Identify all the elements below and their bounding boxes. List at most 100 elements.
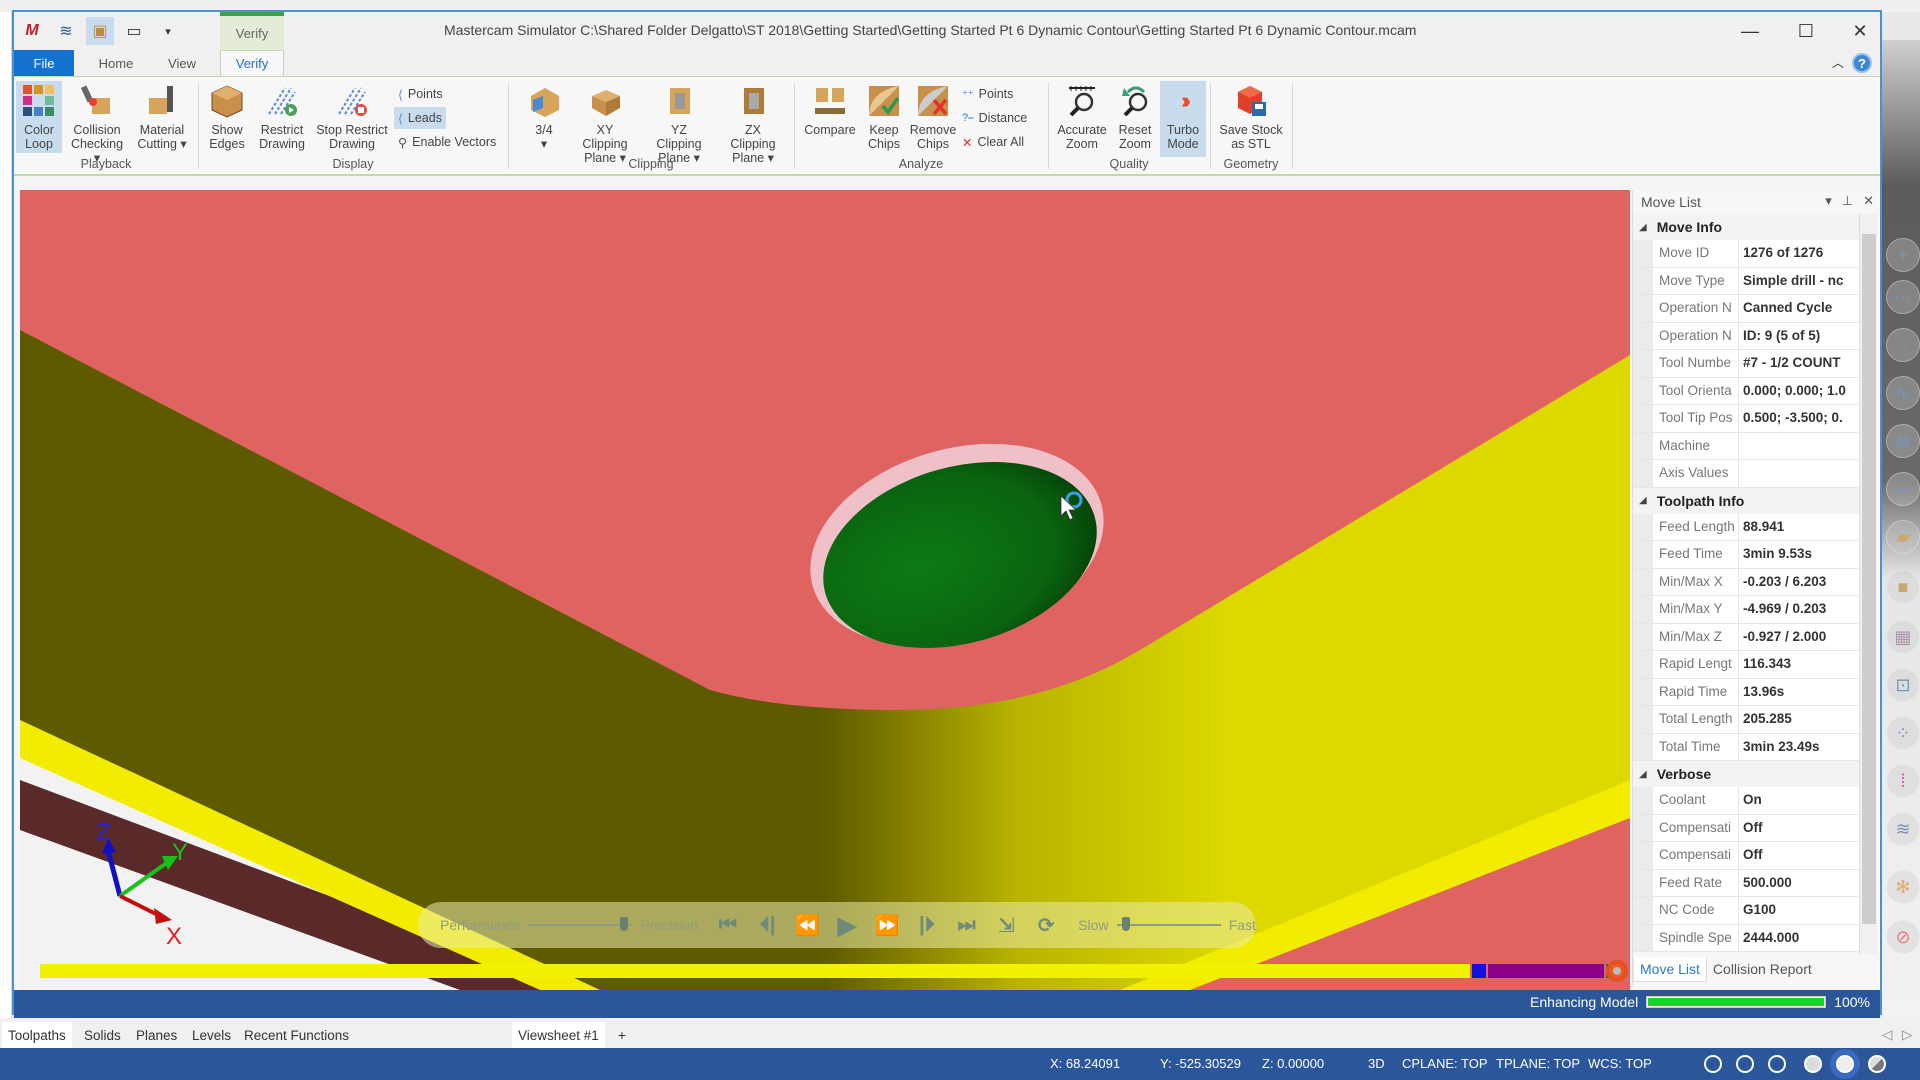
tab-recent-functions[interactable]: Recent Functions: [238, 1022, 355, 1048]
side-tool-dimension-icon[interactable]: ⊢: [1886, 472, 1920, 506]
property-row[interactable]: Move ID 1276 of 1276: [1633, 240, 1859, 268]
side-tool-box-icon[interactable]: ⊠: [1886, 424, 1920, 458]
step-forward-icon[interactable]: |⏵: [907, 914, 947, 937]
rewind-icon[interactable]: ⏪: [788, 913, 828, 938]
show-edges-button[interactable]: Show Edges: [204, 81, 250, 153]
hidden-wireframe-icon[interactable]: [1736, 1055, 1754, 1073]
turbo-mode-button[interactable]: ››› Turbo Mode: [1160, 81, 1206, 157]
tab-collision-report[interactable]: Collision Report: [1707, 958, 1818, 982]
property-row[interactable]: Total Length 205.285: [1633, 706, 1859, 734]
side-tool-gear-icon[interactable]: ✻: [1886, 870, 1920, 904]
property-row[interactable]: Move Type Simple drill - nc: [1633, 267, 1859, 295]
property-row[interactable]: Rapid Time 13.96s: [1633, 678, 1859, 706]
collapse-triangle-icon[interactable]: ◢: [1639, 495, 1647, 506]
yz-clipping-plane-button[interactable]: YZ Clipping Plane ▾: [644, 81, 714, 167]
scrollbar-thumb[interactable]: [1862, 234, 1876, 924]
side-tool-layers-icon[interactable]: ≋: [1886, 812, 1920, 846]
tab-planes[interactable]: Planes: [130, 1022, 183, 1048]
property-category[interactable]: ◢ Move Info: [1633, 214, 1859, 240]
restrict-drawing-button[interactable]: Restrict Drawing: [254, 81, 310, 153]
xy-clipping-plane-button[interactable]: XY Clipping Plane ▾: [570, 81, 640, 167]
property-row[interactable]: Coolant On: [1633, 787, 1859, 815]
hidden-line-icon[interactable]: [1768, 1055, 1786, 1073]
analyze-points-button[interactable]: ⁺⁺ Points: [958, 83, 1017, 105]
mastercam-logo-icon[interactable]: M: [18, 17, 46, 45]
property-row[interactable]: Operation N ID: 9 (5 of 5): [1633, 322, 1859, 350]
tab-file[interactable]: File: [14, 50, 74, 76]
timeline-position-handle[interactable]: [1606, 960, 1628, 982]
clear-all-button[interactable]: ✕ Clear All: [958, 131, 1028, 153]
customize-dropdown-icon[interactable]: ▾: [154, 17, 182, 45]
property-row[interactable]: Tool Numbe #7 - 1/2 COUNT: [1633, 350, 1859, 378]
side-tool-no-icon[interactable]: ⊘: [1886, 920, 1920, 954]
view-mode-toggle[interactable]: 3D: [1368, 1056, 1385, 1071]
side-tool-dots-icon[interactable]: ⁞: [1886, 764, 1920, 798]
side-tool-frame-icon[interactable]: ⊡: [1886, 668, 1920, 702]
wcs-selector[interactable]: WCS: TOP: [1588, 1056, 1652, 1071]
distance-button[interactable]: ?⎯ Distance: [958, 107, 1031, 129]
property-category[interactable]: ◢ Verbose: [1633, 761, 1859, 787]
shaded-icon[interactable]: [1804, 1055, 1822, 1073]
tab-viewsheet-1[interactable]: Viewsheet #1: [512, 1022, 605, 1048]
tab-move-list[interactable]: Move List: [1633, 958, 1707, 982]
collapse-triangle-icon[interactable]: ◢: [1639, 222, 1647, 233]
panel-dropdown-icon[interactable]: ▾: [1825, 193, 1832, 209]
collapse-triangle-icon[interactable]: ◢: [1639, 769, 1647, 780]
3d-viewport[interactable]: Z Y X Performance Precision ⏮ ⏴| ⏪ ▶ ⏩ |…: [20, 190, 1630, 990]
quality-slider[interactable]: [528, 917, 633, 931]
property-row[interactable]: Compensati Off: [1633, 814, 1859, 842]
translucency-icon[interactable]: [1868, 1055, 1886, 1073]
play-icon[interactable]: ▶: [827, 910, 867, 941]
go-to-end-icon[interactable]: ⏭: [947, 914, 987, 937]
close-button[interactable]: ✕: [1840, 18, 1880, 44]
panel-close-icon[interactable]: ✕: [1863, 193, 1874, 209]
keep-chips-button[interactable]: Keep Chips: [862, 81, 906, 153]
save-stock-stl-button[interactable]: Save Stock as STL: [1214, 81, 1288, 153]
leads-toggle[interactable]: ⟨ Leads: [394, 107, 446, 129]
fast-forward-icon[interactable]: ⏩: [867, 913, 907, 938]
pin-icon[interactable]: ⊥: [1842, 193, 1853, 209]
tab-solids[interactable]: Solids: [78, 1022, 127, 1048]
property-row[interactable]: Min/Max X -0.203 / 6.203: [1633, 568, 1859, 596]
step-back-icon[interactable]: ⏴|: [748, 914, 788, 937]
tab-verify[interactable]: Verify: [220, 50, 284, 76]
shaded-edges-icon[interactable]: [1836, 1055, 1854, 1073]
minimize-button[interactable]: —: [1730, 18, 1770, 44]
collision-checking-button[interactable]: Collision Checking ▾: [66, 81, 128, 167]
tab-toolpaths[interactable]: Toolpaths: [2, 1022, 72, 1048]
ribbon-collapse-icon[interactable]: ︿: [1832, 54, 1844, 71]
tab-view[interactable]: View: [154, 50, 210, 76]
loop-icon[interactable]: ⟳: [1026, 913, 1066, 938]
tab-home[interactable]: Home: [84, 50, 148, 76]
help-icon[interactable]: ?: [1852, 53, 1872, 73]
property-row[interactable]: Compensati Off: [1633, 842, 1859, 870]
side-tool-plus-icon[interactable]: +: [1886, 238, 1920, 272]
property-row[interactable]: Total Time 3min 23.49s: [1633, 733, 1859, 761]
side-tool-line-icon[interactable]: ⋯: [1886, 280, 1920, 314]
points-toggle[interactable]: ⟨ Points: [394, 83, 447, 105]
accurate-zoom-button[interactable]: Accurate Zoom: [1054, 81, 1110, 153]
side-tool-cube-icon[interactable]: ■: [1886, 570, 1920, 604]
zx-clipping-plane-button[interactable]: ZX Clipping Plane ▾: [718, 81, 788, 167]
property-row[interactable]: Feed Time 3min 9.53s: [1633, 541, 1859, 569]
tplane-selector[interactable]: TPLANE: TOP: [1496, 1056, 1580, 1071]
cplane-selector[interactable]: CPLANE: TOP: [1402, 1056, 1488, 1071]
add-stop-condition-icon[interactable]: ⇲: [987, 913, 1027, 938]
waves-icon[interactable]: ≋: [52, 17, 80, 45]
verify-icon[interactable]: ▣: [86, 17, 114, 45]
color-loop-button[interactable]: Color Loop: [16, 81, 62, 153]
property-row[interactable]: NC Code G100: [1633, 897, 1859, 925]
three-quarter-button[interactable]: 3/4 ▾: [524, 81, 564, 153]
property-category[interactable]: ◢ Toolpath Info: [1633, 487, 1859, 514]
tab-levels[interactable]: Levels: [186, 1022, 237, 1048]
wireframe-icon[interactable]: [1704, 1055, 1722, 1073]
property-row[interactable]: Feed Rate 500.000: [1633, 869, 1859, 897]
material-cutting-button[interactable]: Material Cutting ▾: [132, 81, 192, 153]
side-tool-circle-icon[interactable]: ○: [1886, 328, 1920, 362]
go-to-start-icon[interactable]: ⏮: [708, 914, 748, 937]
scroll-right-icon[interactable]: ▷: [1896, 1022, 1918, 1048]
property-row[interactable]: Tool Orienta 0.000; 0.000; 1.0: [1633, 377, 1859, 405]
speed-slider-thumb[interactable]: [1121, 917, 1130, 931]
move-list-scrollbar[interactable]: [1859, 214, 1877, 954]
side-tool-spline-icon[interactable]: ∿: [1886, 376, 1920, 410]
